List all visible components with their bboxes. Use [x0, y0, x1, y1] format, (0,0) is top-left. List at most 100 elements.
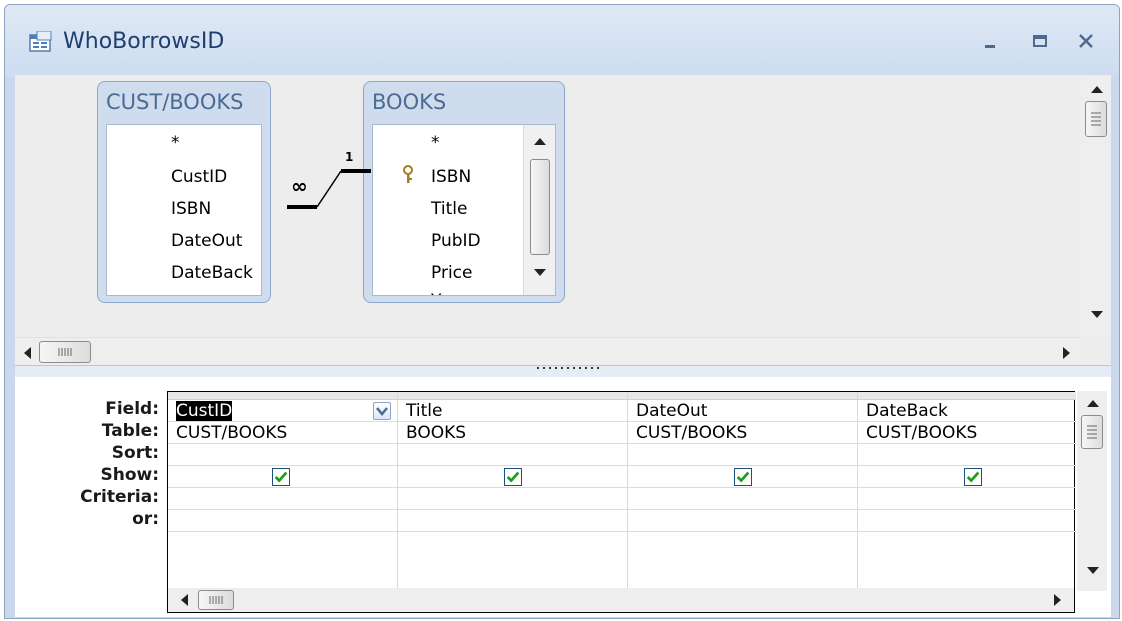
show-cell[interactable] — [858, 466, 1076, 488]
field-item[interactable]: DateOut — [171, 225, 242, 257]
field-item[interactable]: ISBN — [171, 193, 211, 225]
column-selector[interactable] — [398, 392, 627, 400]
sort-cell[interactable] — [858, 444, 1076, 466]
field-item[interactable]: DateBack — [171, 257, 253, 289]
field-value: CustID — [176, 401, 233, 421]
splitter-grip-icon — [537, 367, 603, 369]
row-label-field: Field: — [105, 399, 159, 419]
pane-splitter[interactable] — [15, 365, 1111, 377]
row-label-criteria: Criteria: — [80, 487, 159, 507]
show-checkbox[interactable] — [272, 468, 290, 486]
minimize-icon — [985, 45, 995, 48]
maximize-icon — [1033, 35, 1047, 47]
scroll-down-icon[interactable] — [532, 267, 548, 279]
criteria-cell[interactable] — [168, 488, 397, 510]
grid-column[interactable]: DateOut CUST/BOOKS — [628, 392, 858, 592]
field-list-scrollbar[interactable] — [523, 125, 555, 295]
show-cell[interactable] — [628, 466, 857, 488]
scroll-up-icon[interactable] — [532, 135, 548, 147]
column-selector[interactable] — [628, 392, 857, 400]
table-cell[interactable]: BOOKS — [398, 422, 627, 444]
field-item[interactable]: Title — [431, 193, 467, 225]
scroll-thumb[interactable] — [1081, 415, 1103, 449]
show-cell[interactable] — [168, 466, 397, 488]
grid-column[interactable]: CustID CUST/BOOKS — [168, 392, 398, 592]
or-cell[interactable] — [628, 510, 857, 532]
show-checkbox[interactable] — [504, 468, 522, 486]
column-selector[interactable] — [168, 392, 397, 400]
scroll-down-icon[interactable] — [1089, 309, 1105, 321]
table-pane[interactable]: CUST/BOOKS * CustID ISBN DateOut DateBac… — [15, 75, 1111, 365]
close-button[interactable] — [1069, 27, 1103, 55]
upper-horizontal-scrollbar[interactable] — [15, 337, 1081, 365]
field-item[interactable]: * — [171, 127, 180, 159]
field-dropdown-button[interactable] — [373, 402, 391, 420]
scroll-up-icon[interactable] — [1085, 397, 1101, 409]
show-checkbox[interactable] — [964, 468, 982, 486]
table-title: BOOKS — [372, 90, 447, 114]
scroll-left-icon[interactable] — [178, 593, 190, 607]
criteria-cell[interactable] — [628, 488, 857, 510]
grip-icon — [58, 348, 72, 356]
field-item[interactable]: PubID — [431, 225, 481, 257]
scroll-thumb[interactable] — [39, 341, 91, 363]
field-list[interactable]: * CustID ISBN DateOut DateBack — [106, 124, 262, 296]
or-cell[interactable] — [168, 510, 397, 532]
table-cell[interactable]: CUST/BOOKS — [628, 422, 857, 444]
grid-column[interactable]: DateBack CUST/BOOKS — [858, 392, 1076, 592]
sort-cell[interactable] — [398, 444, 627, 466]
row-label-sort: Sort: — [111, 443, 159, 463]
field-list[interactable]: * ISBN Title PubID Price Year — [372, 124, 556, 296]
field-item[interactable]: ISBN — [431, 161, 471, 193]
one-label: 1 — [345, 150, 353, 164]
grid-horizontal-scrollbar[interactable] — [168, 588, 1074, 612]
column-selector[interactable] — [858, 392, 1076, 400]
show-cell[interactable] — [398, 466, 627, 488]
sort-cell[interactable] — [168, 444, 397, 466]
grip-icon — [209, 596, 223, 604]
criteria-cell[interactable] — [398, 488, 627, 510]
or-cell[interactable] — [858, 510, 1076, 532]
scroll-down-icon[interactable] — [1085, 565, 1101, 577]
scroll-thumb[interactable] — [198, 590, 234, 610]
criteria-cell[interactable] — [858, 488, 1076, 510]
field-cell[interactable]: Title — [398, 400, 627, 422]
row-label-show: Show: — [100, 465, 159, 485]
sort-cell[interactable] — [628, 444, 857, 466]
query-icon — [29, 31, 52, 52]
field-cell[interactable]: CustID — [168, 400, 397, 422]
close-icon — [1079, 34, 1093, 48]
scroll-thumb[interactable] — [530, 159, 550, 255]
scroll-up-icon[interactable] — [1089, 83, 1105, 95]
chevron-down-icon — [376, 407, 388, 416]
maximize-button[interactable] — [1023, 27, 1057, 55]
scroll-right-icon[interactable] — [1061, 346, 1073, 360]
table-books[interactable]: BOOKS * ISBN Title PubID Price Year — [363, 81, 565, 303]
query-design-grid[interactable]: CustID CUST/BOOKS Title BOOKS DateOut CU… — [167, 391, 1076, 613]
or-cell[interactable] — [398, 510, 627, 532]
upper-vertical-scrollbar[interactable] — [1081, 75, 1111, 337]
query-design-window: WhoBorrowsID CUST/BOOKS * CustID ISBN Da… — [4, 4, 1120, 619]
scroll-right-icon[interactable] — [1052, 593, 1064, 607]
grip-icon — [1091, 112, 1101, 126]
field-cell[interactable]: DateOut — [628, 400, 857, 422]
field-cell[interactable]: DateBack — [858, 400, 1076, 422]
field-item[interactable]: * — [431, 127, 440, 159]
table-title: CUST/BOOKS — [106, 90, 244, 114]
table-cust-books[interactable]: CUST/BOOKS * CustID ISBN DateOut DateBac… — [97, 81, 271, 303]
field-item[interactable]: Year — [431, 285, 467, 295]
many-label: ∞ — [291, 174, 308, 198]
title-bar[interactable]: WhoBorrowsID — [5, 5, 1119, 77]
grid-vertical-scrollbar[interactable] — [1077, 391, 1107, 591]
table-cell[interactable]: CUST/BOOKS — [858, 422, 1076, 444]
minimize-button[interactable] — [973, 27, 1007, 55]
grid-column[interactable]: Title BOOKS — [398, 392, 628, 592]
show-checkbox[interactable] — [734, 468, 752, 486]
scroll-thumb[interactable] — [1085, 101, 1107, 137]
window-title: WhoBorrowsID — [63, 29, 225, 54]
field-item[interactable]: CustID — [171, 161, 227, 193]
scroll-left-icon[interactable] — [21, 346, 33, 360]
grip-icon — [1087, 425, 1097, 439]
table-cell[interactable]: CUST/BOOKS — [168, 422, 397, 444]
row-label-table: Table: — [101, 421, 159, 441]
